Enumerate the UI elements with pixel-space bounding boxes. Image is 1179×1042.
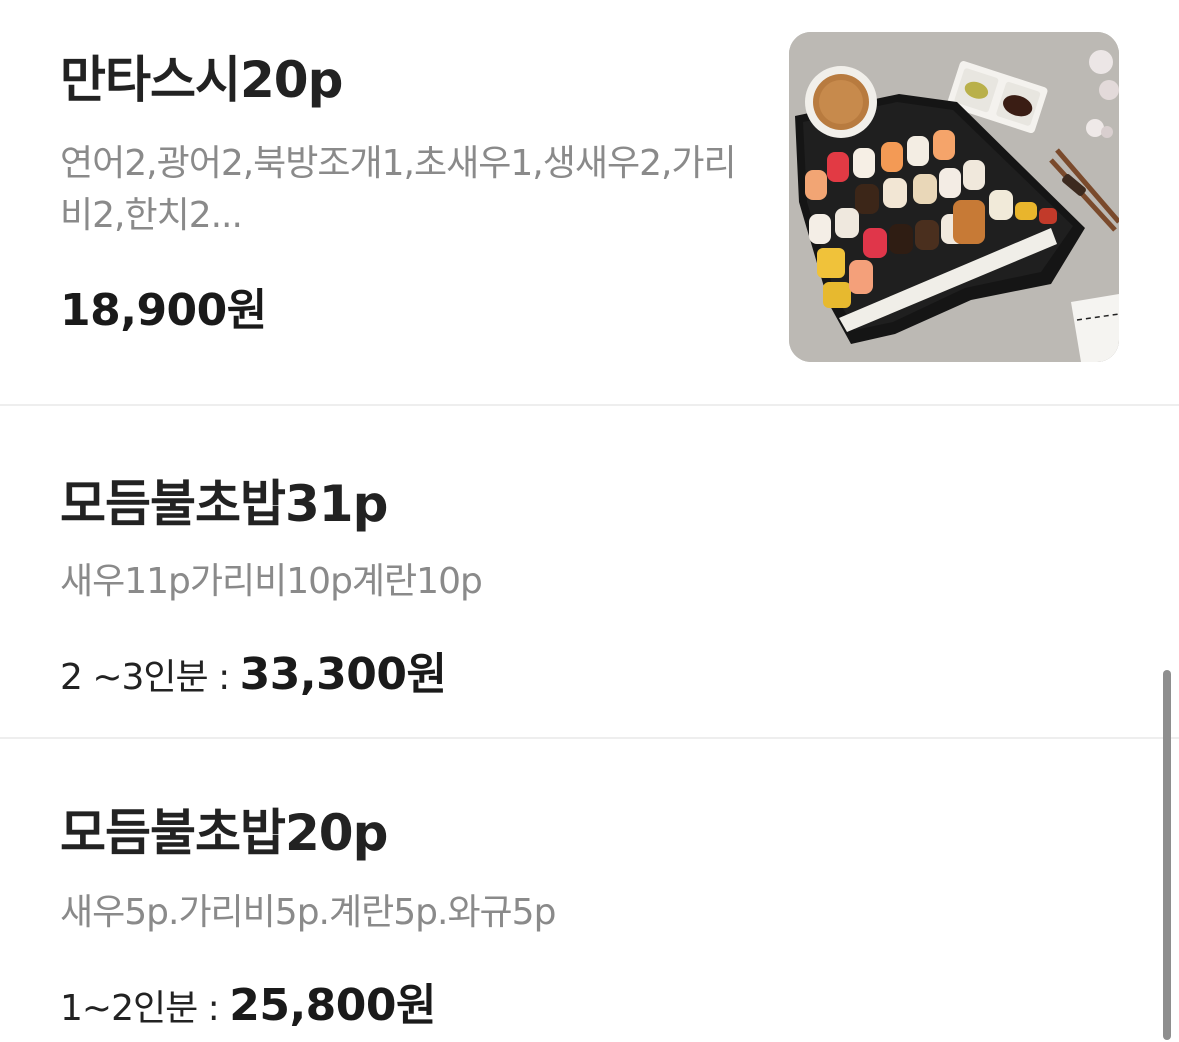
menu-item-serving-size: 2 ~3인분 : xyxy=(60,657,240,698)
menu-item-modeum-bulchobap-31p[interactable]: 모듬불초밥31p 새우11p가리비10p계란10p 2 ~3인분 : 33,30… xyxy=(0,406,1179,739)
menu-item-name: 모듬불초밥20p xyxy=(60,804,388,862)
menu-item-price-row: 18,900원 xyxy=(60,274,267,338)
menu-item-name: 만타스시20p xyxy=(60,51,343,109)
menu-item-description: 새우11p가리비10p계란10p xyxy=(60,561,483,602)
menu-item-description: 새우5p.가리비5p.계란5p.와규5p xyxy=(60,892,556,933)
menu-item-mantasushi-20p[interactable]: 만타스시20p 연어2,광어2,북방조개1,초새우1,생새우2,가리비2,한치2… xyxy=(0,0,1179,406)
menu-list-page: 만타스시20p 연어2,광어2,북방조개1,초새우1,생새우2,가리비2,한치2… xyxy=(0,0,1179,1042)
menu-item-price: 25,800원 xyxy=(229,980,437,1031)
menu-item-serving-size: 1~2인분 : xyxy=(60,988,230,1029)
menu-item-price-row: 1~2인분 : 25,800원 xyxy=(60,969,437,1033)
menu-item-price: 18,900원 xyxy=(60,285,267,336)
menu-item-price-row: 2 ~3인분 : 33,300원 xyxy=(60,638,447,702)
sushi-platter-thumbnail[interactable] xyxy=(789,32,1119,362)
menu-item-price: 33,300원 xyxy=(239,649,447,700)
menu-item-description: 연어2,광어2,북방조개1,초새우1,생새우2,가리비2,한치2... xyxy=(60,143,737,236)
vertical-scrollbar[interactable] xyxy=(1163,670,1171,1040)
scrollbar-thumb[interactable] xyxy=(1163,670,1171,1040)
menu-item-modeum-bulchobap-20p[interactable]: 모듬불초밥20p 새우5p.가리비5p.계란5p.와규5p 1~2인분 : 25… xyxy=(0,739,1179,1042)
menu-item-name: 모듬불초밥31p xyxy=(60,475,388,533)
